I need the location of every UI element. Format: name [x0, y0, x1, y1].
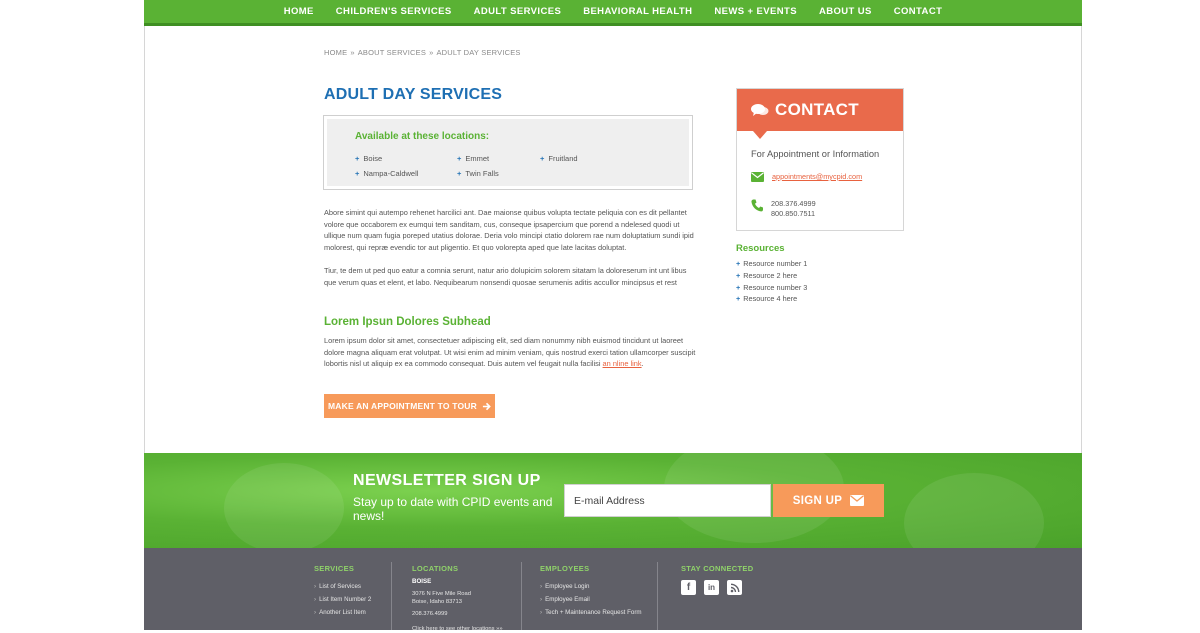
- footer-services: SERVICES › List of Services › List Item Nu…: [314, 564, 371, 619]
- body-paragraph: Abore simint qui autempo rehenet harcili…: [324, 208, 694, 252]
- rss-icon[interactable]: [727, 580, 742, 595]
- contact-card: CONTACT For Appointment or Information a…: [736, 88, 904, 231]
- main-nav: HOME CHILDREN'S SERVICES ADULT SERVICES …: [144, 0, 1082, 26]
- plus-icon: +: [355, 169, 360, 178]
- resources-list: + Resource number 1 + Resource 2 here + Res…: [736, 258, 807, 305]
- footer-address-line: 3076 N Five Mile Road: [412, 591, 471, 597]
- contact-email-row: appointments@mycpid.com: [751, 172, 862, 182]
- footer-employees-heading: EMPLOYEES: [540, 564, 590, 573]
- breadcrumb-current: ADULT DAY SERVICES: [436, 48, 521, 57]
- footer-link[interactable]: › Employee Login: [540, 580, 642, 593]
- footer-location-city: BOISE: [412, 578, 432, 585]
- footer-locations-heading: LOCATIONS: [412, 564, 459, 573]
- subhead: Lorem Ipsun Dolores Subhead: [324, 316, 491, 328]
- footer: SERVICES › List of Services › List Item Nu…: [144, 548, 1082, 633]
- plus-icon: +: [736, 294, 741, 304]
- nav-home[interactable]: HOME: [273, 6, 325, 17]
- plus-icon: +: [736, 270, 741, 280]
- nav-adult-services[interactable]: ADULT SERVICES: [463, 6, 573, 17]
- phone-icon: [751, 199, 763, 212]
- footer-services-heading: SERVICES: [314, 564, 355, 573]
- breadcrumb-separator: »: [429, 48, 434, 57]
- locations-box: Available at these locations: + Boise + Em…: [323, 115, 693, 190]
- body-paragraph: Lorem ipsum dolor sit amet, consectetuer…: [324, 336, 696, 368]
- breadcrumb-home[interactable]: HOME: [324, 48, 347, 57]
- newsletter-title: NEWSLETTER SIGN UP: [353, 472, 541, 489]
- page-title: ADULT DAY SERVICES: [324, 86, 503, 103]
- facebook-icon[interactable]: f: [681, 580, 696, 595]
- nav-behavioral-health[interactable]: BEHAVIORAL HEALTH: [572, 6, 703, 17]
- contact-phone-2[interactable]: 800.850.7511: [771, 209, 816, 219]
- footer-link[interactable]: › Tech + Maintenance Request Form: [540, 606, 642, 619]
- footer-divider: [657, 562, 658, 630]
- plus-icon: +: [736, 259, 741, 268]
- nav-childrens-services[interactable]: CHILDREN'S SERVICES: [325, 6, 463, 17]
- nav-news-events[interactable]: NEWS + EVENTS: [703, 6, 808, 17]
- newsletter-section: NEWSLETTER SIGN UP Stay up to date with …: [144, 453, 1082, 548]
- resource-item[interactable]: + Resource 4 here: [736, 293, 807, 305]
- nav-contact[interactable]: CONTACT: [883, 6, 954, 17]
- contact-title: CONTACT: [775, 100, 859, 119]
- plus-icon: +: [457, 154, 462, 163]
- location-item[interactable]: + Twin Falls: [457, 169, 499, 178]
- footer-address-line: Boise, Idaho 83713: [412, 599, 462, 605]
- newsletter-subtitle: Stay up to date with CPID events and new…: [353, 495, 553, 523]
- plus-icon: +: [355, 154, 360, 163]
- resource-item[interactable]: + Resource 2 here: [736, 270, 807, 282]
- sign-up-button[interactable]: SIGN UP: [773, 484, 884, 517]
- location-item[interactable]: + Boise: [355, 154, 382, 163]
- footer-employees: EMPLOYEES › Employee Login › Employee Emai…: [540, 564, 642, 619]
- footer-divider: [521, 562, 522, 630]
- contact-header: CONTACT: [737, 89, 903, 139]
- location-item[interactable]: + Nampa-Caldwell: [355, 169, 418, 178]
- location-item[interactable]: + Emmet: [457, 154, 489, 163]
- footer-link[interactable]: › Another List Item: [314, 606, 371, 619]
- chat-bubbles-icon: [751, 103, 769, 116]
- footer-connect: STAY CONNECTED f in: [681, 564, 753, 595]
- make-appointment-button[interactable]: MAKE AN APPOINTMENT TO TOUR: [324, 394, 495, 418]
- contact-email-link[interactable]: appointments@mycpid.com: [772, 172, 862, 181]
- linkedin-icon[interactable]: in: [704, 580, 719, 595]
- body-paragraph: Tiur, te dem ut ped quo eatur a comnia s…: [324, 266, 687, 287]
- footer-link[interactable]: › List Item Number 2: [314, 593, 371, 606]
- footer-divider: [391, 562, 392, 630]
- resource-item[interactable]: + Resource number 1: [736, 258, 807, 270]
- envelope-icon: [751, 172, 764, 182]
- footer-phone[interactable]: 208.376.4999: [412, 610, 503, 618]
- location-item[interactable]: + Fruitland: [540, 154, 578, 163]
- locations-heading: Available at these locations:: [355, 131, 490, 142]
- resources-heading: Resources: [736, 243, 785, 254]
- footer-link[interactable]: › Employee Email: [540, 593, 642, 606]
- footer-connect-heading: STAY CONNECTED: [681, 564, 754, 573]
- footer-link[interactable]: › List of Services: [314, 580, 371, 593]
- inline-link[interactable]: an nline link: [603, 359, 642, 368]
- plus-icon: +: [457, 169, 462, 178]
- envelope-icon: [850, 495, 865, 506]
- plus-icon: +: [736, 282, 741, 292]
- contact-phone-row: 208.376.4999 800.850.7511: [751, 199, 816, 218]
- arrow-right-icon: [482, 402, 491, 410]
- email-input[interactable]: E-mail Address: [564, 484, 771, 517]
- plus-icon: +: [540, 154, 545, 163]
- resource-item[interactable]: + Resource number 3: [736, 282, 807, 294]
- contact-subtitle: For Appointment or Information: [751, 149, 880, 159]
- nav-about-us[interactable]: ABOUT US: [808, 6, 883, 17]
- breadcrumb-about-services[interactable]: ABOUT SERVICES: [358, 48, 426, 57]
- breadcrumb: HOME» ABOUT SERVICES» ADULT DAY SERVICES: [324, 48, 521, 57]
- footer-other-locations-link[interactable]: Click here to see other locations »»: [412, 625, 503, 633]
- breadcrumb-separator: »: [350, 48, 355, 57]
- contact-phone-1[interactable]: 208.376.4999: [771, 199, 816, 209]
- footer-locations: LOCATIONS BOISE 3076 N Five Mile Road Bo…: [412, 564, 503, 633]
